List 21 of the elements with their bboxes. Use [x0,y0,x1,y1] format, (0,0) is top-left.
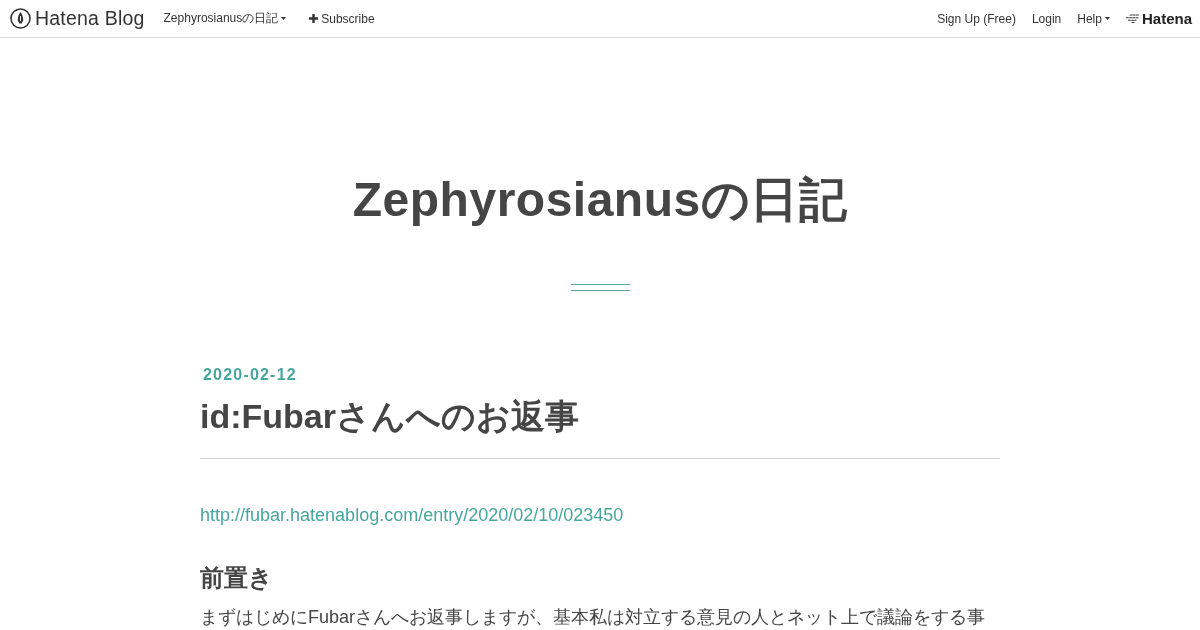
dashed-lines-icon [1125,14,1140,23]
subscribe-label: Subscribe [321,11,375,26]
plus-icon [309,14,319,23]
hatena-blog-logo[interactable]: Hatena Blog [10,7,145,30]
entry-title: id:Fubarさんへのお返事 [200,395,1000,459]
hatena-logo[interactable]: Hatena [1125,10,1192,27]
pen-nib-circle-icon [10,8,31,29]
blog-title: Zephyrosianusの日記 [352,172,848,228]
subscribe-link[interactable]: Subscribe [309,11,375,26]
help-label: Help [1077,11,1102,26]
nav-link[interactable]: Sign Up (Free) [937,11,1016,26]
entry-date: 2020-02-12 [203,364,298,385]
section-heading: 前置き [200,562,274,593]
help-menu[interactable]: Help [1077,11,1110,26]
paragraph-text: まずはじめにFubarさんへお返事しますが、基本私は対立する意見の人とネット上で議論をする事 [200,605,987,628]
nav-link[interactable]: Login [1031,11,1062,26]
caret-icon [1104,17,1110,20]
logo-text: Hatena Blog [35,7,145,30]
double-rule [570,284,630,291]
brand-text: Hatena [1141,10,1192,27]
caret-icon [281,17,287,20]
